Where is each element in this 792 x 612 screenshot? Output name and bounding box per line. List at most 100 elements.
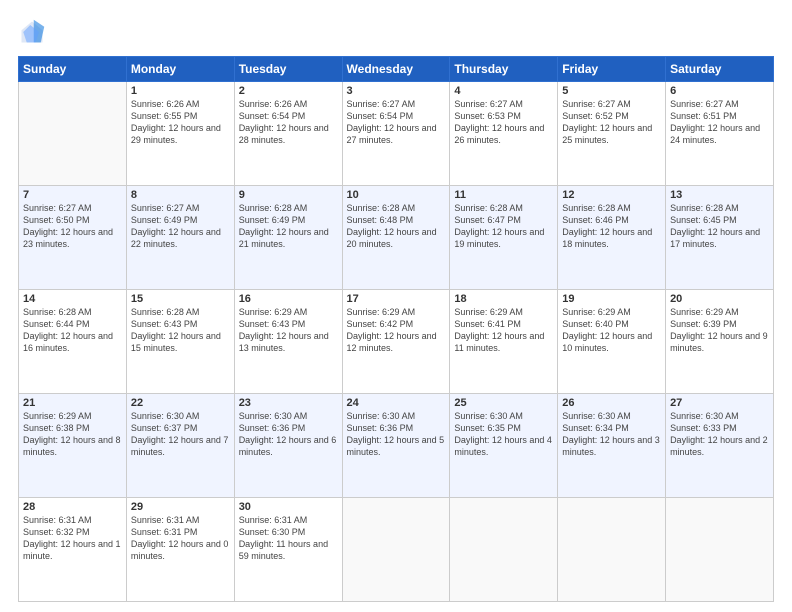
- logo-icon: [18, 18, 46, 46]
- day-info: Sunrise: 6:30 AMSunset: 6:37 PMDaylight:…: [131, 410, 230, 459]
- day-info: Sunrise: 6:28 AMSunset: 6:44 PMDaylight:…: [23, 306, 122, 355]
- day-info: Sunrise: 6:27 AMSunset: 6:54 PMDaylight:…: [347, 98, 446, 147]
- day-number: 5: [562, 85, 661, 97]
- weekday-header: Saturday: [666, 57, 774, 82]
- day-number: 8: [131, 189, 230, 201]
- calendar-cell: [342, 498, 450, 602]
- day-number: 28: [23, 501, 122, 513]
- day-number: 22: [131, 397, 230, 409]
- day-info: Sunrise: 6:30 AMSunset: 6:34 PMDaylight:…: [562, 410, 661, 459]
- weekday-header: Sunday: [19, 57, 127, 82]
- day-number: 19: [562, 293, 661, 305]
- calendar-cell: 8Sunrise: 6:27 AMSunset: 6:49 PMDaylight…: [126, 186, 234, 290]
- day-number: 30: [239, 501, 338, 513]
- day-info: Sunrise: 6:30 AMSunset: 6:33 PMDaylight:…: [670, 410, 769, 459]
- day-info: Sunrise: 6:28 AMSunset: 6:45 PMDaylight:…: [670, 202, 769, 251]
- weekday-header: Wednesday: [342, 57, 450, 82]
- calendar-cell: 2Sunrise: 6:26 AMSunset: 6:54 PMDaylight…: [234, 82, 342, 186]
- calendar-cell: 27Sunrise: 6:30 AMSunset: 6:33 PMDayligh…: [666, 394, 774, 498]
- day-info: Sunrise: 6:26 AMSunset: 6:54 PMDaylight:…: [239, 98, 338, 147]
- day-number: 6: [670, 85, 769, 97]
- calendar-cell: 30Sunrise: 6:31 AMSunset: 6:30 PMDayligh…: [234, 498, 342, 602]
- day-info: Sunrise: 6:29 AMSunset: 6:40 PMDaylight:…: [562, 306, 661, 355]
- calendar-cell: 16Sunrise: 6:29 AMSunset: 6:43 PMDayligh…: [234, 290, 342, 394]
- calendar-cell: 24Sunrise: 6:30 AMSunset: 6:36 PMDayligh…: [342, 394, 450, 498]
- weekday-header: Friday: [558, 57, 666, 82]
- day-number: 7: [23, 189, 122, 201]
- calendar-cell: 18Sunrise: 6:29 AMSunset: 6:41 PMDayligh…: [450, 290, 558, 394]
- day-info: Sunrise: 6:29 AMSunset: 6:38 PMDaylight:…: [23, 410, 122, 459]
- day-number: 16: [239, 293, 338, 305]
- day-number: 18: [454, 293, 553, 305]
- day-number: 9: [239, 189, 338, 201]
- header: [18, 18, 774, 46]
- day-info: Sunrise: 6:28 AMSunset: 6:48 PMDaylight:…: [347, 202, 446, 251]
- calendar-cell: 17Sunrise: 6:29 AMSunset: 6:42 PMDayligh…: [342, 290, 450, 394]
- day-number: 15: [131, 293, 230, 305]
- calendar-table: SundayMondayTuesdayWednesdayThursdayFrid…: [18, 56, 774, 602]
- calendar-header-row: SundayMondayTuesdayWednesdayThursdayFrid…: [19, 57, 774, 82]
- calendar-cell: 3Sunrise: 6:27 AMSunset: 6:54 PMDaylight…: [342, 82, 450, 186]
- calendar-cell: 28Sunrise: 6:31 AMSunset: 6:32 PMDayligh…: [19, 498, 127, 602]
- calendar-cell: [19, 82, 127, 186]
- calendar-week-row: 1Sunrise: 6:26 AMSunset: 6:55 PMDaylight…: [19, 82, 774, 186]
- weekday-header: Tuesday: [234, 57, 342, 82]
- calendar-week-row: 7Sunrise: 6:27 AMSunset: 6:50 PMDaylight…: [19, 186, 774, 290]
- calendar-week-row: 21Sunrise: 6:29 AMSunset: 6:38 PMDayligh…: [19, 394, 774, 498]
- day-number: 13: [670, 189, 769, 201]
- weekday-header: Monday: [126, 57, 234, 82]
- day-info: Sunrise: 6:30 AMSunset: 6:36 PMDaylight:…: [239, 410, 338, 459]
- calendar-cell: 12Sunrise: 6:28 AMSunset: 6:46 PMDayligh…: [558, 186, 666, 290]
- calendar-week-row: 28Sunrise: 6:31 AMSunset: 6:32 PMDayligh…: [19, 498, 774, 602]
- calendar-cell: 10Sunrise: 6:28 AMSunset: 6:48 PMDayligh…: [342, 186, 450, 290]
- day-info: Sunrise: 6:29 AMSunset: 6:41 PMDaylight:…: [454, 306, 553, 355]
- day-info: Sunrise: 6:27 AMSunset: 6:50 PMDaylight:…: [23, 202, 122, 251]
- day-info: Sunrise: 6:28 AMSunset: 6:43 PMDaylight:…: [131, 306, 230, 355]
- logo: [18, 18, 50, 46]
- day-number: 17: [347, 293, 446, 305]
- day-number: 20: [670, 293, 769, 305]
- day-number: 24: [347, 397, 446, 409]
- calendar-cell: 13Sunrise: 6:28 AMSunset: 6:45 PMDayligh…: [666, 186, 774, 290]
- day-info: Sunrise: 6:26 AMSunset: 6:55 PMDaylight:…: [131, 98, 230, 147]
- calendar-cell: 22Sunrise: 6:30 AMSunset: 6:37 PMDayligh…: [126, 394, 234, 498]
- day-number: 27: [670, 397, 769, 409]
- day-info: Sunrise: 6:28 AMSunset: 6:46 PMDaylight:…: [562, 202, 661, 251]
- calendar-cell: 23Sunrise: 6:30 AMSunset: 6:36 PMDayligh…: [234, 394, 342, 498]
- day-info: Sunrise: 6:27 AMSunset: 6:53 PMDaylight:…: [454, 98, 553, 147]
- calendar-cell: 14Sunrise: 6:28 AMSunset: 6:44 PMDayligh…: [19, 290, 127, 394]
- day-number: 26: [562, 397, 661, 409]
- calendar-cell: 5Sunrise: 6:27 AMSunset: 6:52 PMDaylight…: [558, 82, 666, 186]
- calendar-cell: 9Sunrise: 6:28 AMSunset: 6:49 PMDaylight…: [234, 186, 342, 290]
- day-info: Sunrise: 6:28 AMSunset: 6:47 PMDaylight:…: [454, 202, 553, 251]
- day-info: Sunrise: 6:29 AMSunset: 6:43 PMDaylight:…: [239, 306, 338, 355]
- day-info: Sunrise: 6:27 AMSunset: 6:51 PMDaylight:…: [670, 98, 769, 147]
- day-info: Sunrise: 6:31 AMSunset: 6:30 PMDaylight:…: [239, 514, 338, 563]
- day-info: Sunrise: 6:29 AMSunset: 6:42 PMDaylight:…: [347, 306, 446, 355]
- calendar-cell: 6Sunrise: 6:27 AMSunset: 6:51 PMDaylight…: [666, 82, 774, 186]
- day-number: 1: [131, 85, 230, 97]
- day-number: 10: [347, 189, 446, 201]
- calendar-cell: 1Sunrise: 6:26 AMSunset: 6:55 PMDaylight…: [126, 82, 234, 186]
- calendar-cell: 26Sunrise: 6:30 AMSunset: 6:34 PMDayligh…: [558, 394, 666, 498]
- weekday-header: Thursday: [450, 57, 558, 82]
- day-number: 23: [239, 397, 338, 409]
- day-number: 12: [562, 189, 661, 201]
- calendar-cell: 20Sunrise: 6:29 AMSunset: 6:39 PMDayligh…: [666, 290, 774, 394]
- day-number: 21: [23, 397, 122, 409]
- day-number: 11: [454, 189, 553, 201]
- calendar-cell: 19Sunrise: 6:29 AMSunset: 6:40 PMDayligh…: [558, 290, 666, 394]
- calendar-cell: [450, 498, 558, 602]
- day-number: 14: [23, 293, 122, 305]
- calendar-cell: 15Sunrise: 6:28 AMSunset: 6:43 PMDayligh…: [126, 290, 234, 394]
- day-number: 29: [131, 501, 230, 513]
- calendar-week-row: 14Sunrise: 6:28 AMSunset: 6:44 PMDayligh…: [19, 290, 774, 394]
- page: SundayMondayTuesdayWednesdayThursdayFrid…: [0, 0, 792, 612]
- day-info: Sunrise: 6:27 AMSunset: 6:49 PMDaylight:…: [131, 202, 230, 251]
- day-info: Sunrise: 6:28 AMSunset: 6:49 PMDaylight:…: [239, 202, 338, 251]
- calendar-cell: 21Sunrise: 6:29 AMSunset: 6:38 PMDayligh…: [19, 394, 127, 498]
- calendar-cell: 11Sunrise: 6:28 AMSunset: 6:47 PMDayligh…: [450, 186, 558, 290]
- day-info: Sunrise: 6:31 AMSunset: 6:32 PMDaylight:…: [23, 514, 122, 563]
- day-number: 4: [454, 85, 553, 97]
- calendar-cell: 4Sunrise: 6:27 AMSunset: 6:53 PMDaylight…: [450, 82, 558, 186]
